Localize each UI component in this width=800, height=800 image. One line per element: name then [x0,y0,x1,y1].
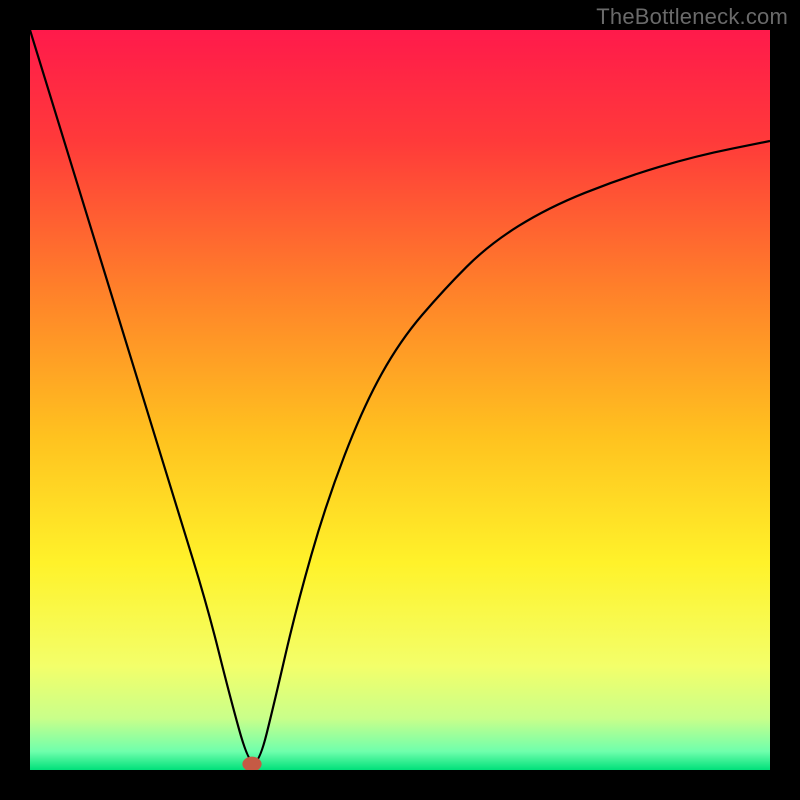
chart-frame: TheBottleneck.com [0,0,800,800]
gradient-rect [30,30,770,770]
plot-area [30,30,770,770]
chart-svg [30,30,770,770]
watermark-text: TheBottleneck.com [596,4,788,30]
